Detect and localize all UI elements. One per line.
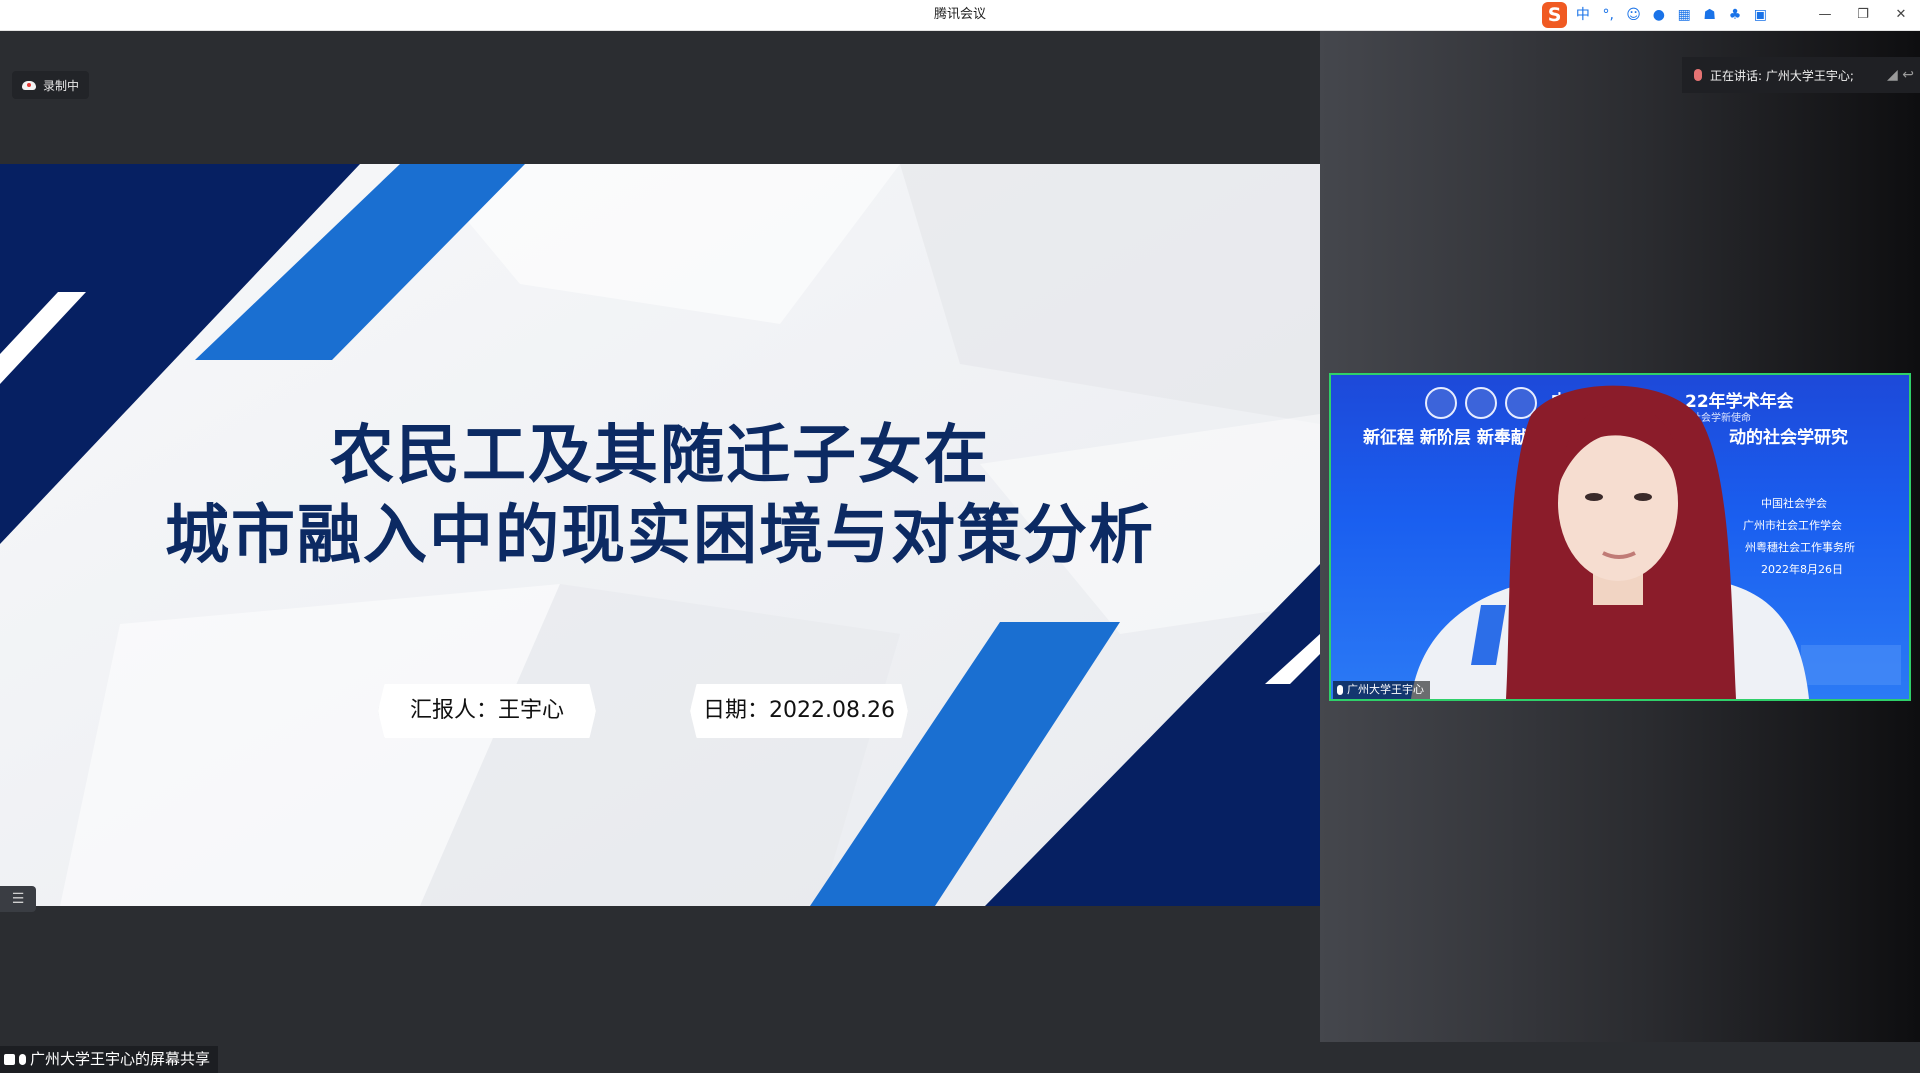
keyboard-icon[interactable]: ▦ (1675, 5, 1694, 25)
presentation-slide: 农民工及其随迁子女在 城市融入中的现实困境与对策分析 汇报人：王宇心 日期：20… (0, 164, 1320, 906)
recording-label: 录制中 (43, 78, 80, 93)
speaking-indicator: 正在讲话: 广州大学王宇心; ◢ ↩ (1682, 57, 1920, 93)
participant-name: 广州大学王宇心 (1347, 683, 1424, 696)
ime-toolbar[interactable]: S 中 °, ☺ ● ▦ ☗ ♣ ▣ (1542, 2, 1770, 28)
participant-eye-right (1634, 493, 1652, 501)
date-tag: 日期：2022.08.26 (690, 684, 908, 738)
recording-badge[interactable]: 录制中 (12, 71, 90, 99)
participant-eye-left (1585, 493, 1603, 501)
participant-video-feed (1411, 385, 1901, 699)
screen-share-icon (4, 1054, 15, 1065)
reporter-tag: 汇报人：王宇心 (378, 684, 596, 738)
window-controls: — ❐ ✕ (1806, 0, 1920, 30)
participant-name-label: 广州大学王宇心 (1333, 681, 1430, 699)
slide-title-line1: 农民工及其随迁子女在 (330, 419, 990, 493)
skin-icon[interactable]: ♣ (1725, 5, 1744, 25)
toolbox-icon[interactable]: ▣ (1751, 5, 1770, 25)
speaking-collapse-icon[interactable]: ◢ ↩ (1887, 67, 1920, 83)
list-toggle-button[interactable]: ☰ (0, 886, 36, 912)
participant-video-tile[interactable]: 中国 22年学术年会 社会学新使命 新征程 新阶层 新奉献 动的社会学研究 中国… (1329, 373, 1911, 701)
minimize-button[interactable]: — (1806, 0, 1844, 30)
emoji-icon[interactable]: ☺ (1624, 5, 1643, 25)
screen-share-label-text: 广州大学王宇心的屏幕共享 (30, 1050, 211, 1068)
list-icon: ☰ (11, 891, 25, 907)
restore-button[interactable]: ❐ (1844, 0, 1882, 30)
cloud-record-icon (22, 80, 36, 90)
screen-share-owner-label: 广州大学王宇心的屏幕共享 (0, 1046, 219, 1073)
mic-icon[interactable]: ● (1649, 5, 1668, 25)
user-icon[interactable]: ☗ (1700, 5, 1719, 25)
sogou-ime-logo-icon[interactable]: S (1542, 2, 1568, 28)
backdrop-skyline (1801, 645, 1901, 685)
mic-icon (1337, 685, 1343, 695)
slide-title-line2: 城市融入中的现实困境与对策分析 (165, 499, 1155, 573)
participants-panel: 正在讲话: 广州大学王宇心; ◢ ↩ 中国 22年学术年会 社会学新使命 新征程… (1320, 31, 1920, 1042)
ime-mode-toggle[interactable]: 中 (1573, 5, 1592, 25)
close-button[interactable]: ✕ (1882, 0, 1920, 30)
speaking-label: 正在讲话: 广州大学王宇心; (1710, 68, 1854, 83)
title-bar: 腾讯会议 S 中 °, ☺ ● ▦ ☗ ♣ ▣ — ❐ ✕ (0, 0, 1920, 31)
mic-icon (19, 1054, 26, 1065)
speaking-mic-icon (1694, 69, 1702, 81)
ime-punct-toggle[interactable]: °, (1599, 5, 1618, 25)
screen-share-area: 录制中 农民工及其随迁子女在 城市融入中的现实困境与对策分析 汇报人：王宇心 日… (0, 31, 1320, 1073)
